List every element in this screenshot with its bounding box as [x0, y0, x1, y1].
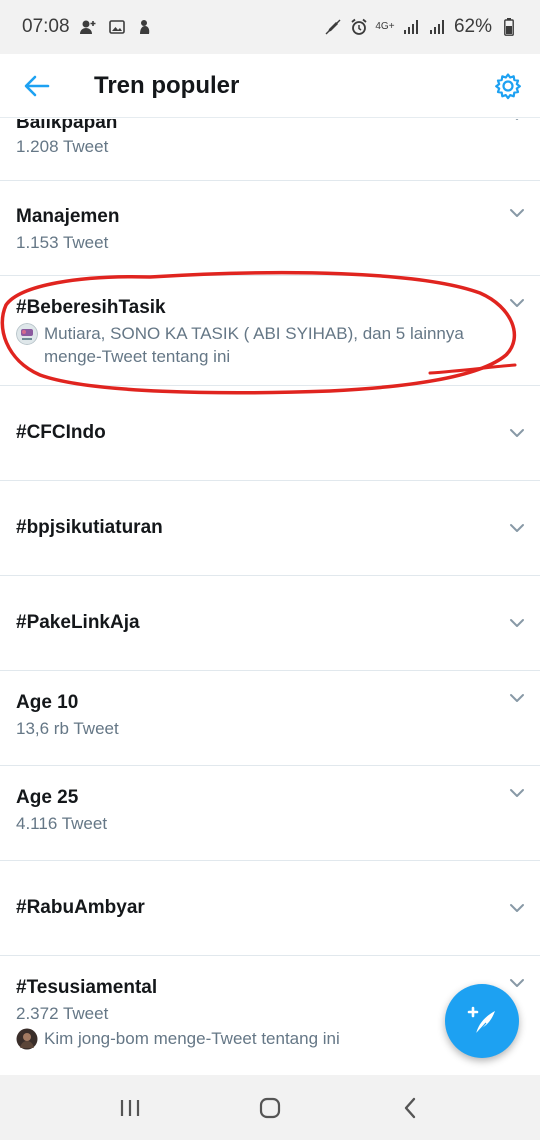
chevron-down-icon[interactable] — [508, 204, 526, 222]
battery-percent: 62% — [453, 16, 492, 37]
trend-context: Mutiara, SONO KA TASIK ( ABI SYIHAB), da… — [16, 322, 490, 368]
status-time: 07:08 — [22, 16, 70, 37]
network-type-label: 4G+ — [375, 21, 395, 32]
chevron-down-icon[interactable] — [508, 119, 526, 125]
signal-icon — [402, 18, 420, 36]
trend-tweet-count: 13,6 rb Tweet — [16, 719, 119, 738]
alarm-icon — [350, 18, 368, 36]
signal-icon-2 — [428, 18, 446, 36]
chevron-down-icon[interactable] — [508, 519, 526, 537]
system-nav-bar — [0, 1075, 540, 1140]
back-arrow-icon — [24, 75, 50, 96]
home-icon — [259, 1097, 281, 1118]
trend-tweet-count: 1.153 Tweet — [16, 233, 109, 252]
trend-item-beberesihtasik[interactable]: #BeberesihTasik Mutiara, SONO KA TASIK (… — [0, 276, 540, 386]
trend-tweet-count: 2.372 Tweet — [16, 1004, 109, 1023]
trend-name: #RabuAmbyar — [16, 897, 145, 918]
gallery-icon — [108, 18, 126, 36]
trend-name: #BeberesihTasik — [16, 297, 166, 318]
settings-button[interactable] — [476, 54, 540, 118]
status-bar: 07:08 4G+ 62% — [0, 0, 540, 54]
trend-context-text: Mutiara, SONO KA TASIK ( ABI SYIHAB), da… — [44, 324, 464, 366]
chevron-down-icon[interactable] — [508, 974, 526, 992]
trend-item-manajemen[interactable]: Manajemen 1.153 Tweet — [0, 181, 540, 276]
trend-item-bpjsikutiaturan[interactable]: #bpjsikutiaturan — [0, 481, 540, 576]
trend-name: #Tesusiamental — [16, 977, 158, 998]
battery-icon — [500, 18, 518, 36]
avatar — [16, 323, 38, 345]
trend-tweet-count: 4.116 Tweet — [16, 814, 108, 833]
trend-item-cfcindo[interactable]: #CFCIndo — [0, 386, 540, 481]
trend-context: Kim jong-bom menge-Tweet tentang ini — [16, 1027, 490, 1050]
compose-feather-icon — [467, 1006, 495, 1035]
chevron-down-icon[interactable] — [508, 899, 526, 917]
back-nav-button[interactable] — [380, 1083, 440, 1133]
chevron-down-icon[interactable] — [508, 294, 526, 312]
trend-item-age-25[interactable]: Age 25 4.116 Tweet — [0, 766, 540, 861]
trend-item-rabuambyar[interactable]: #RabuAmbyar — [0, 861, 540, 956]
back-chevron-icon — [404, 1097, 416, 1118]
trend-item-balikpapan[interactable]: Balikpapan 1.208 Tweet — [0, 119, 540, 181]
trend-item-age-10[interactable]: Age 10 13,6 rb Tweet — [0, 671, 540, 766]
trend-name: Balikpapan — [16, 119, 118, 133]
gear-icon — [495, 72, 521, 99]
app-header: Tren populer — [0, 54, 540, 118]
trend-name: #CFCIndo — [16, 422, 106, 443]
home-button[interactable] — [240, 1083, 300, 1133]
chevron-down-icon[interactable] — [508, 784, 526, 802]
chevron-down-icon[interactable] — [508, 424, 526, 442]
trend-name: Manajemen — [16, 206, 120, 227]
trend-item-pakelinkaja[interactable]: #PakeLinkAja — [0, 576, 540, 671]
pet-icon — [136, 18, 154, 36]
recent-apps-icon — [120, 1099, 140, 1116]
trend-name: #PakeLinkAja — [16, 612, 140, 633]
page-title: Tren populer — [94, 71, 240, 99]
back-button[interactable] — [0, 54, 74, 118]
recent-apps-button[interactable] — [100, 1083, 160, 1133]
trend-name: #bpjsikutiaturan — [16, 517, 163, 538]
trend-name: Age 25 — [16, 787, 79, 808]
compose-tweet-button[interactable] — [445, 984, 519, 1058]
trend-context-text: Kim jong-bom menge-Tweet tentang ini — [44, 1029, 340, 1048]
chevron-down-icon[interactable] — [508, 689, 526, 707]
pencil-off-icon — [324, 18, 342, 36]
trend-name: Age 10 — [16, 692, 79, 713]
trend-tweet-count: 1.208 Tweet — [16, 137, 109, 156]
chevron-down-icon[interactable] — [508, 614, 526, 632]
contact-add-icon — [79, 18, 98, 36]
trend-list: Balikpapan 1.208 Tweet Manajemen 1.153 T… — [0, 119, 540, 1075]
avatar — [16, 1028, 38, 1050]
